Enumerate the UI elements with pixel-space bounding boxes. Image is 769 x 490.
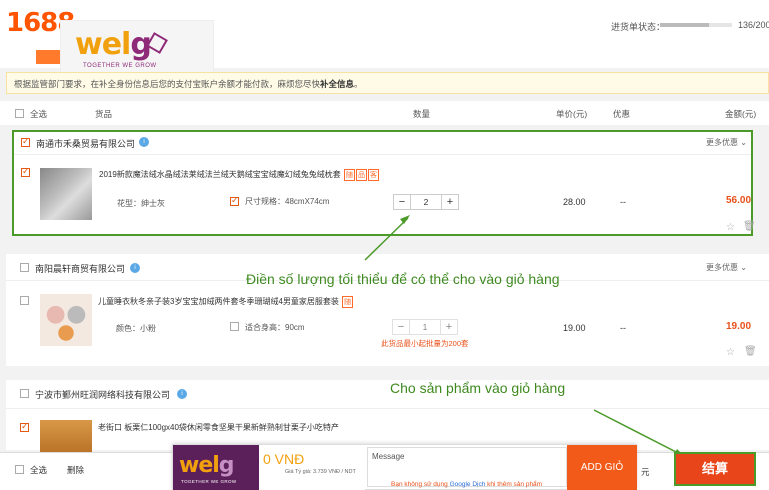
message-label: Message xyxy=(372,452,405,461)
extension-logo-tagline: TOGETHER WE GROW xyxy=(181,479,237,484)
annotation-arrows xyxy=(364,215,684,456)
price-box: 0 VNĐ Giá Tỷ giá: 3.739 VNĐ / NDT xyxy=(259,445,365,490)
pay-button[interactable]: 结算 xyxy=(674,452,756,486)
exchange-rate: Giá Tỷ giá: 3.739 VNĐ / NDT xyxy=(285,469,356,475)
extension-logo: welg TOGETHER WE GROW xyxy=(173,445,259,490)
delete-link[interactable]: 删除 xyxy=(67,464,84,476)
arrow-head-icon xyxy=(400,215,410,224)
currency-unit: 元 xyxy=(641,467,650,477)
google-translate-link[interactable]: Google Dịch xyxy=(450,481,486,488)
vnd-price: 0 VNĐ xyxy=(263,451,305,467)
annotation-add-to-cart: Cho sản phẩm vào giỏ hàng xyxy=(390,380,566,396)
annotation-min-qty: Điền số lượng tối thiểu để có thể cho và… xyxy=(246,271,560,287)
arrow-to-quantity xyxy=(364,217,409,261)
translate-note: Bạn không sử dụng Google Dịch khi thêm s… xyxy=(391,481,543,488)
extension-bar: welg TOGETHER WE GROW 0 VNĐ Giá Tỷ giá: … xyxy=(172,444,637,490)
bottom-select-all-label: 全选 xyxy=(30,465,48,475)
bottom-select-all-checkbox[interactable] xyxy=(15,465,24,474)
extension-logo-word: welg xyxy=(179,453,235,478)
add-to-cart-button[interactable]: ADD GIỎ xyxy=(567,445,637,490)
